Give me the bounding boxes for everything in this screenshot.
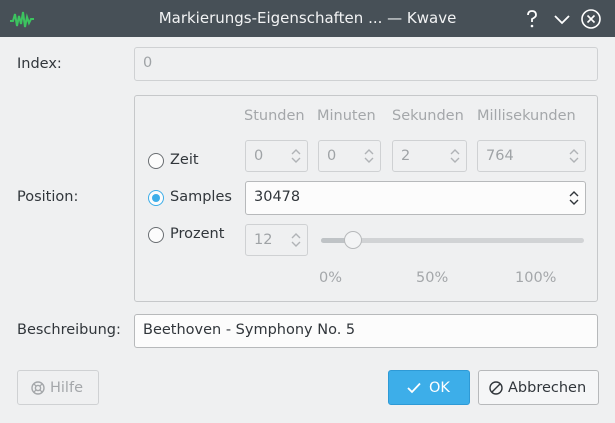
ok-button-label: OK — [429, 380, 450, 396]
column-millisekunden: Millisekunden — [477, 108, 576, 124]
cancel-circle-icon — [489, 381, 503, 399]
lifebuoy-icon — [31, 381, 45, 399]
millisekunden-spinbox: 764 — [477, 140, 586, 172]
sekunden-spinbox: 2 — [392, 140, 467, 172]
checkmark-icon — [407, 382, 421, 398]
beschreibung-label: Beschreibung: — [17, 322, 121, 338]
samples-value: 30478 — [254, 189, 301, 205]
samples-spinbox[interactable]: 30478 — [245, 181, 586, 215]
help-button: Hilfe — [17, 370, 99, 405]
index-value: 0 — [143, 55, 153, 71]
column-minuten: Minuten — [317, 108, 376, 124]
prozent-spinbox: 12 — [245, 224, 308, 256]
radio-zeit[interactable] — [148, 153, 164, 169]
ok-button[interactable]: OK — [388, 370, 470, 405]
stunden-value: 0 — [254, 148, 264, 164]
radio-samples[interactable] — [148, 190, 164, 206]
radio-prozent[interactable] — [148, 227, 164, 243]
stunden-spinbox: 0 — [245, 140, 308, 172]
column-stunden: Stunden — [244, 108, 305, 124]
position-label: Position: — [17, 189, 79, 205]
minuten-value: 0 — [327, 148, 337, 164]
millisekunden-value: 764 — [486, 148, 514, 164]
spin-up-down-icon — [364, 148, 374, 168]
beschreibung-value: Beethoven - Symphony No. 5 — [143, 322, 356, 338]
tick-50: 50% — [416, 270, 449, 286]
radio-samples-label[interactable]: Samples — [170, 189, 232, 205]
cancel-button-label: Abbrechen — [508, 380, 587, 396]
spin-up-down-icon[interactable] — [569, 190, 579, 210]
prozent-value: 12 — [254, 232, 273, 248]
tick-100: 100% — [515, 270, 557, 286]
spin-up-down-icon — [291, 232, 301, 252]
index-label: Index: — [17, 56, 62, 72]
spin-up-down-icon — [450, 148, 460, 168]
close-icon[interactable] — [580, 8, 602, 30]
beschreibung-input[interactable]: Beethoven - Symphony No. 5 — [134, 314, 598, 348]
radio-zeit-label[interactable]: Zeit — [170, 152, 199, 168]
help-icon[interactable] — [521, 8, 543, 30]
minimize-icon[interactable] — [551, 8, 573, 30]
radio-prozent-label[interactable]: Prozent — [170, 226, 224, 242]
minuten-spinbox: 0 — [318, 140, 381, 172]
cancel-button[interactable]: Abbrechen — [478, 370, 599, 405]
spin-up-down-icon — [291, 148, 301, 168]
sekunden-value: 2 — [401, 148, 411, 164]
spin-up-down-icon — [569, 148, 579, 168]
index-field: 0 — [134, 47, 598, 81]
column-sekunden: Sekunden — [392, 108, 464, 124]
prozent-slider-handle — [343, 231, 362, 249]
help-button-label: Hilfe — [50, 380, 83, 396]
tick-0: 0% — [319, 270, 343, 286]
title-bar: Markierungs-Eigenschaften ... — Kwave — [0, 0, 615, 37]
